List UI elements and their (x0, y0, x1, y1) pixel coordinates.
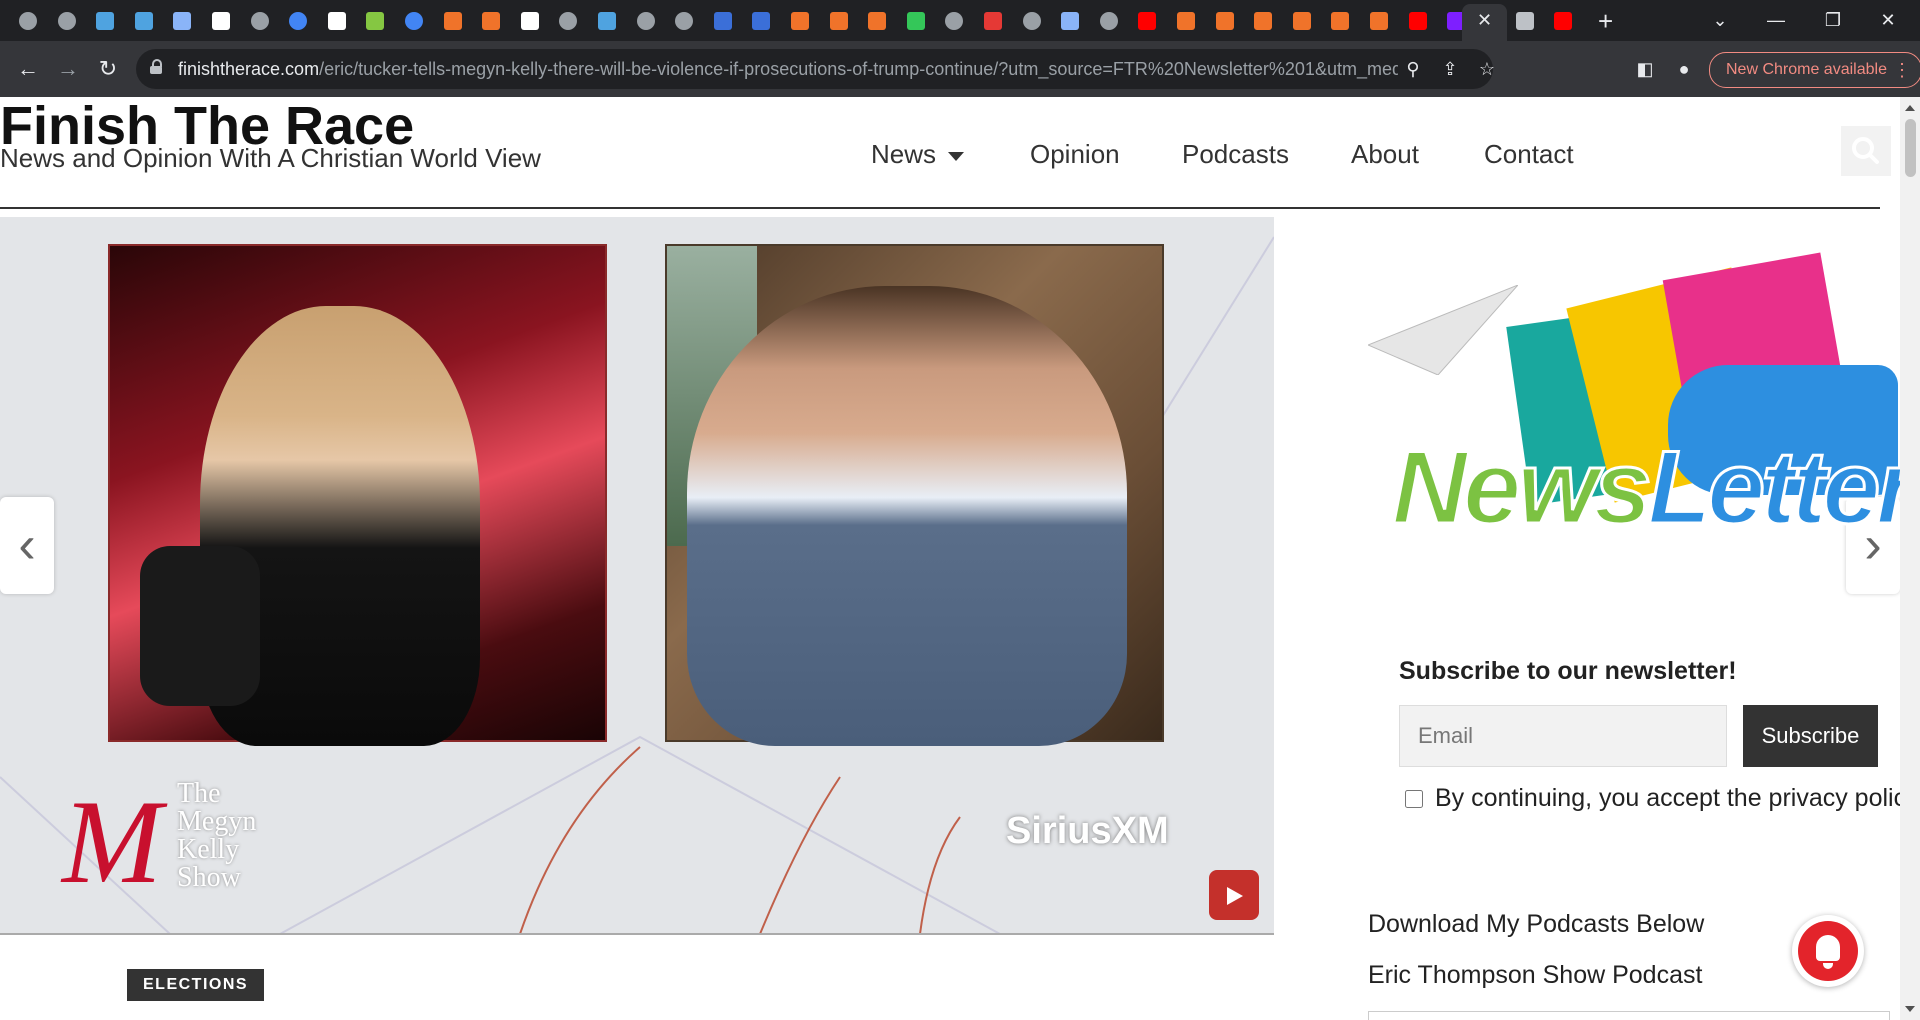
web-page: Finish The Race News and Opinion With A … (0, 97, 1900, 1020)
megyn-kelly-show-logo: M The Megyn Kelly Show (62, 775, 257, 908)
scroll-up-icon[interactable] (1905, 105, 1915, 111)
shield-tab-icon[interactable] (788, 9, 812, 33)
hex-tab-icon[interactable] (711, 9, 735, 33)
bell-icon (1816, 935, 1840, 961)
bookmark-tab-icon[interactable] (1328, 9, 1352, 33)
bookmark-tab-icon[interactable] (1251, 9, 1275, 33)
newsletter-graphic: NewsLetter (1368, 252, 1900, 573)
share-icon[interactable]: ⇪ (1436, 55, 1464, 83)
new-tab-button[interactable]: + (1598, 6, 1613, 36)
side-panel-icon[interactable]: ◧ (1630, 54, 1660, 84)
chrome-update-button[interactable]: New Chrome available ⋮ (1709, 52, 1920, 88)
reload-button[interactable]: ↻ (92, 53, 124, 85)
globe-icon[interactable] (942, 9, 966, 33)
podcast-link[interactable]: Eric Thompson Show Podcast (1368, 961, 1702, 990)
bookmark-tab-icon[interactable] (1290, 9, 1314, 33)
arrow-tab-icon[interactable] (1058, 9, 1082, 33)
email-field[interactable] (1399, 705, 1727, 767)
bi-icon[interactable] (209, 9, 233, 33)
zoom-icon[interactable]: ⚲ (1399, 55, 1427, 83)
forward-button[interactable]: → (52, 53, 84, 85)
site-tagline: News and Opinion With A Christian World … (0, 143, 541, 173)
bi-icon[interactable] (325, 9, 349, 33)
globe-icon[interactable] (672, 9, 696, 33)
nav-about[interactable]: About (1351, 139, 1419, 170)
close-window-button[interactable]: ✕ (1868, 6, 1908, 34)
header-divider (0, 207, 1880, 209)
shield-tab-icon[interactable] (865, 9, 889, 33)
globe-icon[interactable] (1097, 9, 1121, 33)
podcasts-heading: Download My Podcasts Below (1368, 910, 1705, 938)
globe-icon[interactable] (248, 9, 272, 33)
featured-image: M The Megyn Kelly Show SiriusXM (0, 217, 1274, 934)
nav-contact[interactable]: Contact (1484, 139, 1574, 170)
tucker-carlson-video-frame (665, 244, 1164, 746)
nav-news[interactable]: News (871, 139, 965, 170)
bookmark-tab-icon[interactable] (479, 9, 503, 33)
chevron-down-icon (948, 151, 965, 161)
browser-tab-strip: ✕ + ⌄ — ❐ ✕ (0, 0, 1920, 41)
search-button[interactable] (1841, 126, 1891, 176)
news-tab-icon[interactable] (518, 9, 542, 33)
slash-tab-icon[interactable] (1513, 9, 1537, 33)
hero-divider (0, 933, 1274, 935)
url-text[interactable]: finishtherace.com/eric/tucker-tells-megy… (178, 49, 1398, 89)
pin-tab-icon[interactable] (981, 9, 1005, 33)
rumble-icon[interactable] (363, 9, 387, 33)
nav-opinion[interactable]: Opinion (1030, 139, 1120, 170)
bookmark-star-icon[interactable]: ☆ (1473, 55, 1501, 83)
siriusxm-logo: SiriusXM (1006, 810, 1169, 852)
maximize-button[interactable]: ❐ (1813, 6, 1853, 34)
bookmark-tab-icon[interactable] (1367, 9, 1391, 33)
guest-figure (687, 286, 1127, 746)
privacy-consent-label[interactable]: By continuing, you accept the privacy po… (1435, 784, 1900, 813)
profile-icon[interactable]: ● (1669, 54, 1699, 84)
minimize-button[interactable]: — (1756, 6, 1796, 34)
globe-icon[interactable] (556, 9, 580, 33)
bookmark-tab-icon[interactable] (441, 9, 465, 33)
youtube-icon[interactable] (1551, 9, 1575, 33)
arrow-tab-icon[interactable] (170, 9, 194, 33)
megyn-kelly-video-frame (108, 244, 607, 746)
feather-icon[interactable] (132, 9, 156, 33)
microphone-icon (140, 546, 260, 706)
tab-search-icon[interactable]: ⌄ (1700, 6, 1740, 34)
hex-tab-icon[interactable] (749, 9, 773, 33)
newsletter-wordmark: NewsLetter (1391, 430, 1900, 546)
privacy-consent-checkbox[interactable] (1405, 790, 1423, 808)
nav-podcasts[interactable]: Podcasts (1182, 139, 1289, 170)
notification-bell-button[interactable] (1792, 915, 1864, 987)
youtube-icon[interactable] (1135, 9, 1159, 33)
subscribe-button[interactable]: Subscribe (1743, 705, 1878, 767)
category-badge[interactable]: ELECTIONS (127, 969, 265, 1001)
search-icon (1852, 137, 1879, 164)
lock-icon[interactable] (150, 59, 162, 74)
scroll-thumb[interactable] (1905, 119, 1916, 177)
menu-kebab-icon[interactable]: ⋮ (1893, 53, 1911, 87)
back-button[interactable]: ← (12, 53, 44, 85)
globe-icon[interactable] (1020, 9, 1044, 33)
podcast-embed (1368, 1011, 1890, 1020)
g-tab-icon[interactable] (904, 9, 928, 33)
scroll-down-icon[interactable] (1905, 1006, 1915, 1012)
bookmark-tab-icon[interactable] (1174, 9, 1198, 33)
youtube-icon[interactable] (1406, 9, 1430, 33)
subscribe-heading: Subscribe to our newsletter! (1399, 657, 1737, 685)
globe-icon[interactable] (55, 9, 79, 33)
globe-icon[interactable] (634, 9, 658, 33)
shield-tab-icon[interactable] (827, 9, 851, 33)
search-tab-icon[interactable] (286, 9, 310, 33)
page-scrollbar[interactable] (1900, 97, 1920, 1020)
feather-icon[interactable] (93, 9, 117, 33)
youtube-subscribe-icon (1209, 870, 1259, 920)
browser-toolbar: ← → ↻ finishtherace.com/eric/tucker-tell… (0, 41, 1920, 97)
slider-prev-button[interactable]: ‹ (0, 497, 54, 594)
address-bar[interactable]: finishtherace.com/eric/tucker-tells-megy… (136, 49, 1495, 89)
bookmark-tab-icon[interactable] (1213, 9, 1237, 33)
paper-plane-icon (1368, 285, 1518, 375)
globe-icon[interactable] (16, 9, 40, 33)
search-tab-icon[interactable] (402, 9, 426, 33)
feather-icon[interactable] (595, 9, 619, 33)
close-tab-icon[interactable]: ✕ (1477, 8, 1492, 32)
